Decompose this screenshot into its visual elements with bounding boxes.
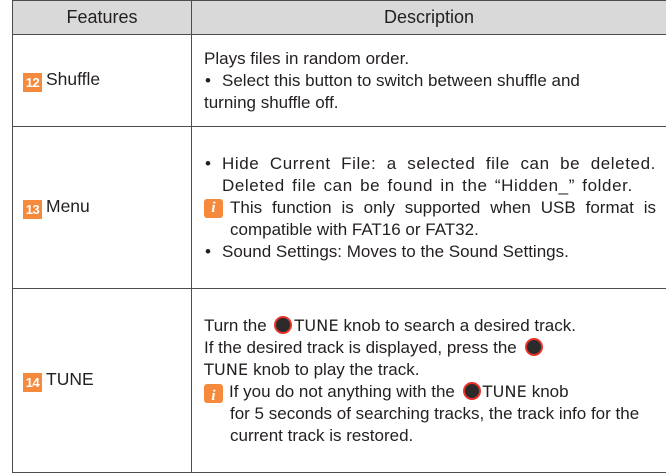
bullet-text: Select this button to switch between shu… bbox=[222, 70, 580, 90]
description-cell-tune: Turn the TUNE knob to search a desired t… bbox=[191, 288, 666, 473]
bullet-text-cont: turning shuffle off. bbox=[204, 92, 339, 112]
number-badge: 13 bbox=[23, 200, 42, 219]
number-badge: 14 bbox=[23, 373, 42, 392]
table-row: 14 TUNE Turn the TUNE knob to search a de… bbox=[12, 288, 666, 473]
note-text: knob bbox=[531, 381, 569, 401]
description-line: If the desired track is displayed, press… bbox=[204, 337, 656, 359]
tune-knob-icon bbox=[274, 315, 293, 334]
description-line: Turn the TUNE knob to search a desired t… bbox=[204, 315, 656, 337]
bullet-item: Sound Settings: Moves to the Sound Setti… bbox=[204, 241, 656, 263]
note-text: If you do not anything with the bbox=[229, 381, 455, 401]
info-note-icon: i bbox=[204, 198, 223, 218]
description-line: Plays files in random order. bbox=[204, 48, 410, 68]
tune-label: TUNE bbox=[482, 381, 527, 401]
description-cell-shuffle: Plays files in random order. Select this… bbox=[191, 34, 666, 127]
feature-cell-menu: 13 Menu bbox=[12, 126, 192, 289]
info-note-icon: i bbox=[204, 383, 223, 404]
tune-knob-icon bbox=[462, 381, 481, 400]
feature-name: Shuffle bbox=[46, 69, 101, 89]
bullet-item: Hide Current File: a selected file can b… bbox=[204, 153, 656, 197]
text-fragment: knob to play the track. bbox=[253, 359, 420, 379]
header-description: Description bbox=[191, 0, 666, 35]
number-badge: 12 bbox=[23, 73, 42, 92]
tune-knob-icon bbox=[524, 337, 543, 356]
table-row: 13Menu Hide Current File: a selected fil… bbox=[12, 126, 666, 289]
tune-label: TUNE bbox=[204, 359, 249, 379]
description-cell-menu: Hide Current File: a selected file can b… bbox=[191, 126, 666, 289]
feature-name: Menu bbox=[46, 196, 90, 216]
header-features: Features bbox=[12, 0, 192, 35]
features-table: Features Description 12 Shuffle Plays fil… bbox=[12, 0, 666, 473]
text-fragment: knob to search a desired track. bbox=[343, 315, 576, 335]
text-fragment: Turn the bbox=[204, 315, 267, 335]
tune-label: TUNE bbox=[294, 315, 339, 335]
table-row: 12Shuffle Plays files in random order. S… bbox=[12, 34, 666, 127]
info-note: i This function is only supported when U… bbox=[204, 197, 656, 241]
feature-cell-shuffle: 12 Shuffle bbox=[12, 34, 192, 127]
bullet-item: Select this button to switch between shu… bbox=[204, 70, 656, 114]
note-text: This function is only supported when USB… bbox=[230, 197, 656, 239]
description-line: TUNE knob to play the track. bbox=[204, 359, 656, 381]
table-header-row: Features Description bbox=[12, 0, 666, 35]
info-note: i If you do not anything with the TUNE kn… bbox=[204, 381, 656, 404]
text-fragment: If the desired track is displayed, press… bbox=[204, 337, 517, 357]
feature-name: TUNE bbox=[46, 369, 94, 389]
note-continuation: for 5 seconds of searching tracks, the t… bbox=[230, 403, 640, 445]
feature-cell-tune: 14 TUNE bbox=[12, 288, 192, 473]
